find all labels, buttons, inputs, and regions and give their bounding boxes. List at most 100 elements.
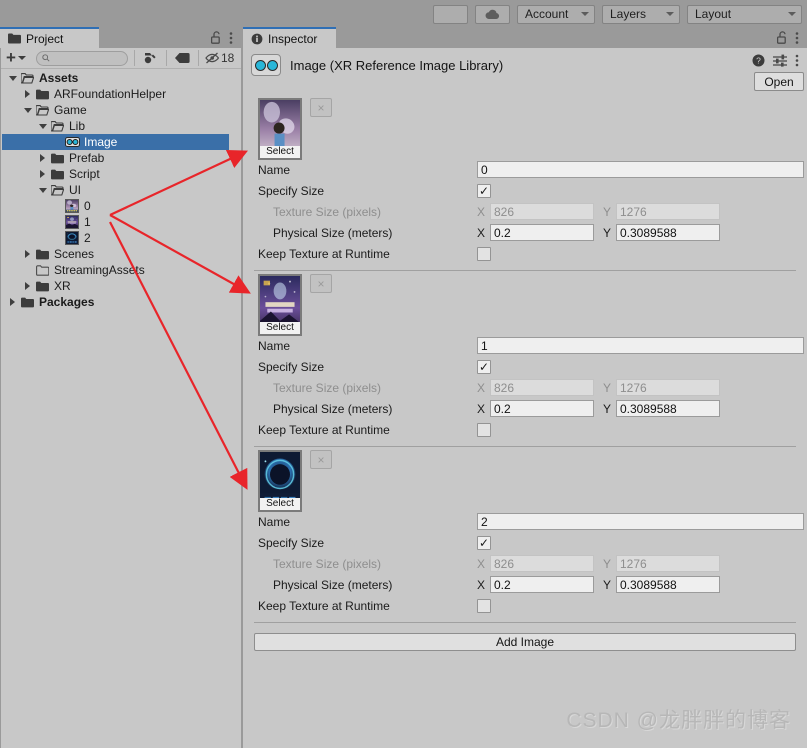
texture-size-label: Texture Size (pixels): [273, 204, 382, 219]
keep-texture-label: Keep Texture at Runtime: [258, 422, 390, 437]
tree-item-0[interactable]: 0: [2, 198, 229, 214]
tree-item-lib[interactable]: Lib: [2, 118, 229, 134]
folder-open-icon: [50, 120, 64, 132]
chevron-down-icon[interactable]: [36, 187, 49, 193]
tree-item-script[interactable]: Script: [2, 166, 229, 182]
tree-item-2[interactable]: 2: [2, 230, 229, 246]
check-icon: ✓: [478, 359, 490, 374]
physical-size-x-field[interactable]: 0.2: [490, 576, 594, 593]
tree-item-label: Lib: [69, 119, 86, 133]
tree-item-game[interactable]: Game: [2, 102, 229, 118]
reference-image-entry: Select × Name Specify Size ✓ Texture Size (pi…: [243, 446, 807, 616]
chevron-right-icon[interactable]: [21, 250, 34, 258]
search-icon: [42, 54, 50, 62]
tree-item-xr[interactable]: XR: [2, 278, 229, 294]
tree-item-assets[interactable]: Assets: [2, 70, 229, 86]
help-icon[interactable]: ?: [752, 54, 765, 67]
tree-item-arfoundationhelper[interactable]: ARFoundationHelper: [2, 86, 229, 102]
collab-button[interactable]: [433, 4, 468, 24]
specify-size-row: Specify Size ✓: [243, 532, 807, 553]
account-dropdown[interactable]: Account: [517, 4, 595, 24]
project-asset-tree[interactable]: Assets ARFoundationHelper Game Lib Image Pref…: [2, 70, 229, 746]
physical-size-y-field[interactable]: 0.3089588: [616, 400, 720, 417]
tree-item-image[interactable]: Image: [2, 134, 229, 150]
tree-item-1[interactable]: 1: [2, 214, 229, 230]
keep-texture-label: Keep Texture at Runtime: [258, 598, 390, 613]
specify-size-checkbox[interactable]: ✓: [477, 183, 491, 198]
chevron-down-icon[interactable]: [21, 107, 34, 113]
physical-size-row: Physical Size (meters) X 0.2 Y 0.3089588: [243, 398, 807, 419]
chevron-down-icon[interactable]: [6, 75, 19, 81]
name-input[interactable]: [477, 161, 804, 178]
texture-thumbnail[interactable]: Select: [258, 450, 302, 512]
hidden-assets-counter[interactable]: 18: [205, 51, 234, 65]
label-filter-button[interactable]: [173, 52, 192, 64]
tree-item-ui[interactable]: UI: [2, 182, 229, 198]
kebab-menu-icon[interactable]: [795, 54, 799, 67]
inspector-tabbar: Inspector: [241, 27, 807, 48]
remove-image-button[interactable]: ×: [310, 450, 332, 469]
layout-dropdown[interactable]: Layout: [687, 4, 802, 24]
name-input[interactable]: [477, 337, 804, 354]
chevron-right-icon[interactable]: [36, 170, 49, 178]
tree-item-label: ARFoundationHelper: [54, 87, 167, 101]
layers-dropdown[interactable]: Layers: [602, 4, 680, 24]
folder-icon: [49, 169, 65, 180]
tree-item-label: Assets: [39, 71, 79, 85]
texture-size-row: Texture Size (pixels) X 826 Y 1276: [243, 553, 807, 574]
open-button[interactable]: Open: [754, 72, 804, 91]
tab-inspector[interactable]: Inspector: [243, 27, 336, 48]
remove-image-button[interactable]: ×: [310, 98, 332, 117]
keep-texture-row: Keep Texture at Runtime: [243, 419, 807, 440]
axis-y-label: Y: [603, 577, 612, 592]
lock-open-icon[interactable]: [777, 31, 788, 44]
select-texture-button[interactable]: Select: [260, 498, 300, 510]
specify-size-checkbox[interactable]: ✓: [477, 535, 491, 550]
keep-texture-checkbox[interactable]: [477, 422, 491, 437]
chevron-right-icon[interactable]: [6, 298, 19, 306]
tab-project[interactable]: Project: [0, 27, 99, 48]
chevron-right-icon[interactable]: [21, 90, 34, 98]
tree-item-packages[interactable]: Packages: [2, 294, 229, 310]
folder-outline-icon: [34, 264, 50, 276]
physical-size-y-field[interactable]: 0.3089588: [616, 576, 720, 593]
keep-texture-checkbox[interactable]: [477, 246, 491, 261]
layers-dropdown-label: Layers: [610, 7, 647, 21]
select-texture-button[interactable]: Select: [260, 146, 300, 158]
texture-thumbnail[interactable]: Select: [258, 98, 302, 160]
physical-size-x-field[interactable]: 0.2: [490, 224, 594, 241]
chevron-right-icon[interactable]: [21, 282, 34, 290]
asset-filter-button[interactable]: [141, 51, 160, 65]
specify-size-checkbox[interactable]: ✓: [477, 359, 491, 374]
chevron-right-icon[interactable]: [36, 154, 49, 162]
asset-title-row: Image (XR Reference Image Library): [251, 54, 503, 76]
kebab-menu-icon[interactable]: [229, 31, 233, 45]
entry-divider: [254, 622, 796, 623]
tree-item-scenes[interactable]: Scenes: [2, 246, 229, 262]
tree-item-streamingassets[interactable]: StreamingAssets: [2, 262, 229, 278]
kebab-menu-icon[interactable]: [795, 31, 799, 45]
axis-y-label: Y: [603, 225, 612, 240]
texture-thumbnail[interactable]: Select: [258, 274, 302, 336]
search-input[interactable]: [52, 51, 127, 65]
tree-item-label: Packages: [39, 295, 95, 309]
project-search-box[interactable]: [35, 50, 128, 66]
folder-open-icon: [35, 104, 49, 116]
physical-size-y-field[interactable]: 0.3089588: [616, 224, 720, 241]
name-input[interactable]: [477, 513, 804, 530]
preset-icon[interactable]: [773, 54, 787, 67]
add-image-button[interactable]: Add Image: [254, 633, 796, 651]
tree-item-prefab[interactable]: Prefab: [2, 150, 229, 166]
physical-size-x-field[interactable]: 0.2: [490, 400, 594, 417]
add-asset-button[interactable]: +: [6, 49, 26, 66]
folder-open-icon: [49, 184, 65, 196]
keep-texture-checkbox[interactable]: [477, 598, 491, 613]
axis-x-label: X: [477, 401, 486, 416]
remove-image-button[interactable]: ×: [310, 274, 332, 293]
select-texture-button[interactable]: Select: [260, 322, 300, 334]
lock-open-icon[interactable]: [211, 31, 222, 44]
inspector-panel: Inspector Image (XR Reference Image Libr…: [241, 27, 807, 748]
cloud-button[interactable]: [475, 4, 510, 24]
chevron-down-icon[interactable]: [36, 123, 49, 129]
folder-open-icon: [19, 72, 35, 84]
